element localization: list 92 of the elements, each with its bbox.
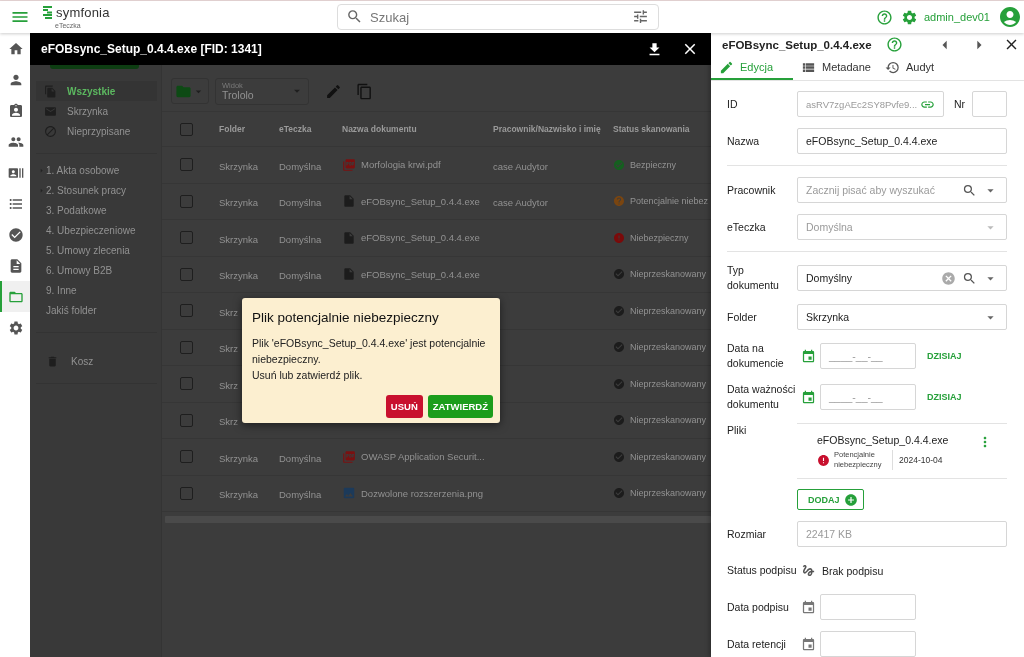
table-cell: Domyślna: [279, 160, 322, 172]
field-label: eTeczka: [727, 219, 767, 235]
field-label: Rozmiar: [727, 526, 768, 542]
view-item[interactable]: Wszystkie: [36, 81, 157, 101]
scan-status: Potencjalnie niebez: [630, 196, 709, 207]
column-header[interactable]: Nazwa dokumentu: [342, 124, 417, 134]
scan-status: Nieprzeskanowany: [630, 342, 707, 353]
table-cell: Domyślna: [279, 452, 322, 464]
table-cell: Domyślna: [279, 197, 322, 209]
column-header[interactable]: Status skanowania: [613, 124, 690, 134]
scan-status: Nieprzeskanowany: [630, 451, 707, 462]
table-cell: eFOBsync_Setup_0.4.4.exe: [361, 195, 480, 207]
table-cell: Skrzynka: [219, 197, 259, 209]
tab[interactable]: Audyt: [876, 56, 941, 80]
date-field[interactable]: ____-__-__: [820, 384, 916, 410]
field-label: Data na dokumencie: [727, 341, 785, 371]
table-cell: Skrzynka: [219, 233, 259, 245]
field-label: Folder: [727, 309, 758, 325]
field-label: Data podpisu: [727, 599, 790, 615]
select-field[interactable]: Skrzynka: [797, 304, 1007, 330]
logo-text: symfonia: [56, 5, 110, 19]
folder-item[interactable]: 4. Ubezpieczeniowe: [36, 220, 157, 240]
field-label: Typ dokumentu: [727, 263, 780, 293]
folder-item[interactable]: Jakiś folder: [36, 300, 157, 320]
field-label: Nr: [953, 98, 965, 110]
search-field[interactable]: Szukaj: [337, 4, 659, 30]
panel-title: eFOBsync_Setup_0.4.4.exe: [722, 38, 872, 51]
tab[interactable]: Edycja: [711, 56, 794, 80]
text-field[interactable]: eFOBsync_Setup_0.4.4.exe: [797, 128, 1007, 154]
table-cell: Domyślna: [279, 489, 322, 501]
folder-item[interactable]: 5. Umowy zlecenia: [36, 240, 157, 260]
table-cell: Skrzynka: [219, 160, 259, 172]
table-cell: Skrzynka: [219, 452, 259, 464]
file-name[interactable]: eFOBsync_Setup_0.4.4.exe: [817, 434, 977, 446]
field-label: ID: [727, 96, 739, 112]
field-label: Pliki: [727, 423, 748, 438]
user-name[interactable]: admin_dev01: [923, 11, 990, 23]
table-cell: Domyślna: [279, 233, 322, 245]
scan-status: Nieprzeskanowany: [630, 378, 707, 389]
table-cell: Skrz: [219, 343, 238, 355]
table-cell: case Audytor: [493, 160, 548, 172]
id-field[interactable]: asRV7zgAEc2SY8Pvfe9...: [797, 91, 944, 117]
dialog-message: Usuń lub zatwierdź plik.: [252, 368, 364, 383]
scan-status: Nieprzeskanowany: [630, 269, 707, 280]
column-header[interactable]: Pracownik/Nazwisko i imię: [493, 124, 601, 134]
table-cell: Skrzynka: [219, 270, 259, 282]
column-header[interactable]: eTeczka: [279, 124, 312, 134]
table-cell: eFOBsync_Setup_0.4.4.exe: [361, 268, 480, 280]
field-label: Pracownik: [727, 182, 777, 198]
table-cell: Skrz: [219, 379, 238, 391]
add-button[interactable]: DODAJ: [797, 489, 864, 510]
table-cell: Dozwolone rozszerzenia.png: [361, 487, 483, 499]
dialog-message: Plik 'eFOBsync_Setup_0.4.4.exe' jest potencjalnie niebezpieczny.: [252, 336, 487, 367]
select-value: Trololo: [222, 90, 254, 101]
confirm-button[interactable]: ZATWIERDŹ: [427, 395, 493, 418]
tab[interactable]: Metadane: [793, 56, 877, 80]
scan-status: Nieprzeskanowany: [630, 488, 707, 499]
delete-button[interactable]: USUŃ: [385, 395, 423, 418]
field-label: Status podpisu: [727, 563, 797, 578]
folder-item[interactable]: 1. Akta osobowe: [36, 160, 157, 180]
table-cell: Morfologia krwi.pdf: [361, 159, 441, 171]
table-cell: Skrz: [219, 416, 238, 428]
view-item[interactable]: Skrzynka: [36, 101, 157, 121]
column-header[interactable]: Folder: [219, 124, 245, 134]
scan-status: Nieprzeskanowany: [630, 415, 707, 426]
field-label: Data ważności dokumentu: [727, 382, 797, 412]
folder-item[interactable]: 3. Podatkowe: [36, 200, 157, 220]
folder-item[interactable]: 2. Stosunek pracy: [36, 180, 157, 200]
date-field[interactable]: ____-__-__: [820, 343, 916, 369]
view-item[interactable]: Nieprzypisane: [36, 121, 157, 141]
table-cell: eFOBsync_Setup_0.4.4.exe: [361, 232, 480, 244]
table-cell: OWASP Application Securit...: [361, 451, 485, 463]
scan-status: Bezpieczny: [630, 159, 677, 170]
lookup-field[interactable]: Domyślny: [797, 265, 1007, 291]
table-cell: case Audytor: [493, 197, 548, 209]
folder-item[interactable]: 9. Inne: [36, 280, 157, 300]
folder-item[interactable]: 6. Umowy B2B: [36, 260, 157, 280]
today-link[interactable]: DZISIAJ: [927, 392, 962, 402]
field-label: Nazwa: [727, 133, 761, 149]
file-date: 2024-10-04: [892, 450, 943, 470]
trash-item[interactable]: Kosz: [36, 351, 157, 371]
field-label: Data retencji: [727, 636, 787, 652]
table-cell: Domyślna: [279, 270, 322, 282]
scan-status: Nieprzeskanowany: [630, 305, 707, 316]
lookup-field[interactable]: Zacznij pisać aby wyszukać: [797, 177, 1007, 203]
table-cell: Skrz: [219, 306, 238, 318]
signature-status: Brak podpisu: [822, 564, 884, 577]
table-cell: Skrzynka: [219, 489, 259, 501]
dialog-title: Plik potencjalnie niebezpieczny: [252, 310, 440, 325]
scan-status: Niebezpieczny: [630, 232, 689, 243]
viewer-title: eFOBsync_Setup_0.4.4.exe [FID: 1341]: [41, 42, 263, 56]
today-link[interactable]: DZISIAJ: [927, 351, 962, 361]
